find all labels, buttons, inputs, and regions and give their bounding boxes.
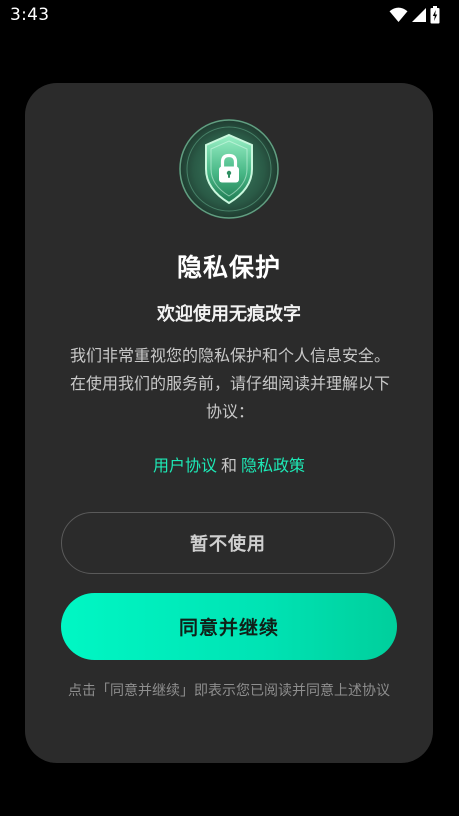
dialog-description: 我们非常重视您的隐私保护和个人信息安全。在使用我们的服务前，请仔细阅读并理解以下… (69, 346, 390, 421)
privacy-dialog: 隐私保护 欢迎使用无痕改字 我们非常重视您的隐私保护和个人信息安全。在使用我们的… (25, 83, 433, 763)
wifi-icon (389, 7, 408, 23)
battery-charging-icon (430, 6, 440, 24)
dialog-title: 隐私保护 (176, 253, 281, 282)
user-agreement-link[interactable]: 用户协议 (153, 456, 217, 475)
consent-footnote: 点击「同意并继续」即表示您已阅读并同意上述协议 (68, 683, 390, 699)
shield-lock-icon (178, 118, 280, 220)
dialog-subtitle: 欢迎使用无痕改字 (157, 304, 301, 325)
agreement-links: 用户协议和隐私政策 (25, 452, 433, 476)
status-time: 3:43 (10, 5, 50, 25)
agree-continue-button[interactable]: 同意并继续 (61, 593, 397, 660)
links-conjunction: 和 (220, 456, 237, 475)
status-icons (389, 6, 440, 24)
status-bar: 3:43 (0, 0, 459, 32)
cellular-signal-icon (411, 7, 427, 23)
privacy-policy-link[interactable]: 隐私政策 (241, 456, 305, 475)
decline-button[interactable]: 暂不使用 (61, 512, 395, 574)
